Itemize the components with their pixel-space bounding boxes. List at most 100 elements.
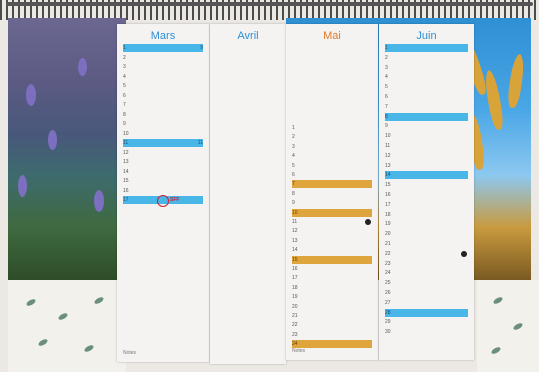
- calendar-day-row: 12: [385, 152, 468, 160]
- calendar-day-row: 7: [123, 101, 203, 109]
- day-number: 17: [385, 201, 391, 208]
- day-number: 14: [123, 168, 129, 175]
- calendar-bottom-right: [477, 280, 539, 372]
- day-number: 7: [385, 103, 388, 110]
- calendar-day-row: 4: [385, 73, 468, 81]
- day-number: 24: [385, 270, 391, 277]
- calendar-bottom-left: [8, 280, 126, 372]
- day-number: 4: [385, 74, 388, 81]
- calendar-day-row: 11 11: [123, 139, 203, 147]
- calendar-day-row: 23: [385, 260, 468, 268]
- calendar-day-row: 14: [385, 171, 468, 180]
- calendar-day-row: 22: [385, 250, 468, 258]
- calendar-day-row: 8: [292, 190, 372, 198]
- calendar-day-row: 15: [292, 255, 372, 264]
- day-number: 27: [385, 299, 391, 306]
- day-number: 12: [292, 228, 298, 235]
- day-number: 3: [292, 143, 295, 150]
- calendar-day-row: 24: [292, 340, 372, 349]
- calendar-day-row: 2: [123, 54, 203, 62]
- day-number: 16: [123, 187, 129, 194]
- calendar-day-row: 8: [385, 112, 468, 121]
- leaf-pattern: [93, 295, 105, 306]
- day-number: 7: [123, 102, 126, 108]
- calendar-day-row: 16: [385, 191, 468, 199]
- calendar-day-row: 6: [123, 92, 203, 100]
- day-number: 30: [385, 329, 391, 336]
- day-number: 12: [123, 149, 129, 156]
- month-title-mars: Mars: [150, 30, 176, 42]
- calendar-day-row: 16: [123, 187, 203, 195]
- calendar-day-row: 4: [292, 152, 372, 160]
- day-number: 2: [292, 134, 295, 141]
- day-number: 11: [123, 140, 129, 146]
- day-number: 2: [123, 54, 126, 61]
- leaf-pattern: [490, 345, 502, 356]
- moon-phase-icon: [365, 219, 371, 225]
- calendar-day-row: 10: [385, 132, 468, 140]
- day-number: 3: [123, 64, 126, 70]
- page-avril: Avril: [210, 24, 286, 364]
- calendar-day-row: 9: [292, 199, 372, 207]
- day-number: 20: [385, 231, 391, 238]
- calendar-day-row: 7: [292, 180, 372, 189]
- calendar-day-row: 19: [123, 44, 203, 52]
- calendar-day-row: 6: [385, 93, 468, 101]
- lavender-flower: [48, 130, 57, 150]
- calendar-day-row: 3: [292, 143, 372, 151]
- calendar-day-row: 30: [385, 328, 468, 336]
- day-number: 24: [292, 341, 298, 348]
- calendar-day-row: 2: [385, 54, 468, 62]
- calendar-day-row: 13: [385, 162, 468, 170]
- calendar-day-row: 14: [292, 246, 372, 254]
- day-number: 4: [123, 73, 126, 80]
- day-number: 11: [385, 143, 391, 149]
- day-number: 8: [123, 111, 126, 118]
- month-title-juin: Juin: [416, 30, 437, 42]
- leaf-pattern: [512, 321, 524, 332]
- day-number: 22: [292, 322, 298, 329]
- day-number: 1: [123, 45, 126, 51]
- day-number: 11: [292, 219, 298, 225]
- day-number: 8: [385, 113, 388, 120]
- lavender-photo: [8, 18, 126, 280]
- leaf-pattern: [25, 297, 37, 308]
- calendar-day-row: 5: [385, 83, 468, 91]
- calendar-hanger-bar: [6, 2, 533, 6]
- day-number: 18: [292, 284, 298, 291]
- leaf-pattern: [57, 311, 69, 322]
- calendar-day-row: 7: [385, 103, 468, 111]
- lavender-flower: [26, 84, 36, 106]
- day-number: 15: [385, 182, 391, 189]
- day-number: 9: [123, 121, 126, 127]
- day-number: 23: [385, 260, 391, 267]
- day-number: 5: [292, 162, 295, 169]
- day-number: 13: [123, 159, 129, 165]
- day-number: 20: [292, 303, 298, 310]
- day-number: 15: [292, 256, 298, 263]
- day-number: 29: [385, 319, 391, 326]
- calendar-day-row: 11: [292, 218, 372, 226]
- calendar-day-row: 5: [123, 82, 203, 90]
- day-number: 3: [385, 64, 388, 71]
- day-number: 8: [292, 190, 295, 197]
- notes-label: Notes: [123, 350, 137, 356]
- calendar-day-row: 9: [123, 120, 203, 128]
- day-number: 4: [292, 153, 295, 160]
- month-title-avril: Avril: [237, 30, 259, 42]
- day-number: 13: [292, 237, 298, 244]
- day-number: 22: [385, 250, 391, 257]
- calendar-day-row: 20: [292, 303, 372, 311]
- calendar-day-row: 10: [123, 130, 203, 138]
- calendar-day-row: 18: [385, 211, 468, 219]
- calendar-day-row: 10: [292, 208, 372, 217]
- calendar-day-row: 1: [385, 44, 468, 52]
- day-number: 14: [292, 247, 298, 254]
- calendar-day-row: 15: [385, 181, 468, 189]
- calendar-day-row: 19: [385, 220, 468, 228]
- day-number: 10: [292, 209, 298, 216]
- calendar-photo: Mars 1 9 2 3 4 5 6 7 8 9 10 11 11 12 13 14 15 16 17 SFF Not…: [0, 0, 539, 372]
- day-number: 28: [385, 309, 391, 316]
- month-title-mai: Mai: [323, 30, 341, 42]
- calendar-day-row: 1: [292, 124, 372, 132]
